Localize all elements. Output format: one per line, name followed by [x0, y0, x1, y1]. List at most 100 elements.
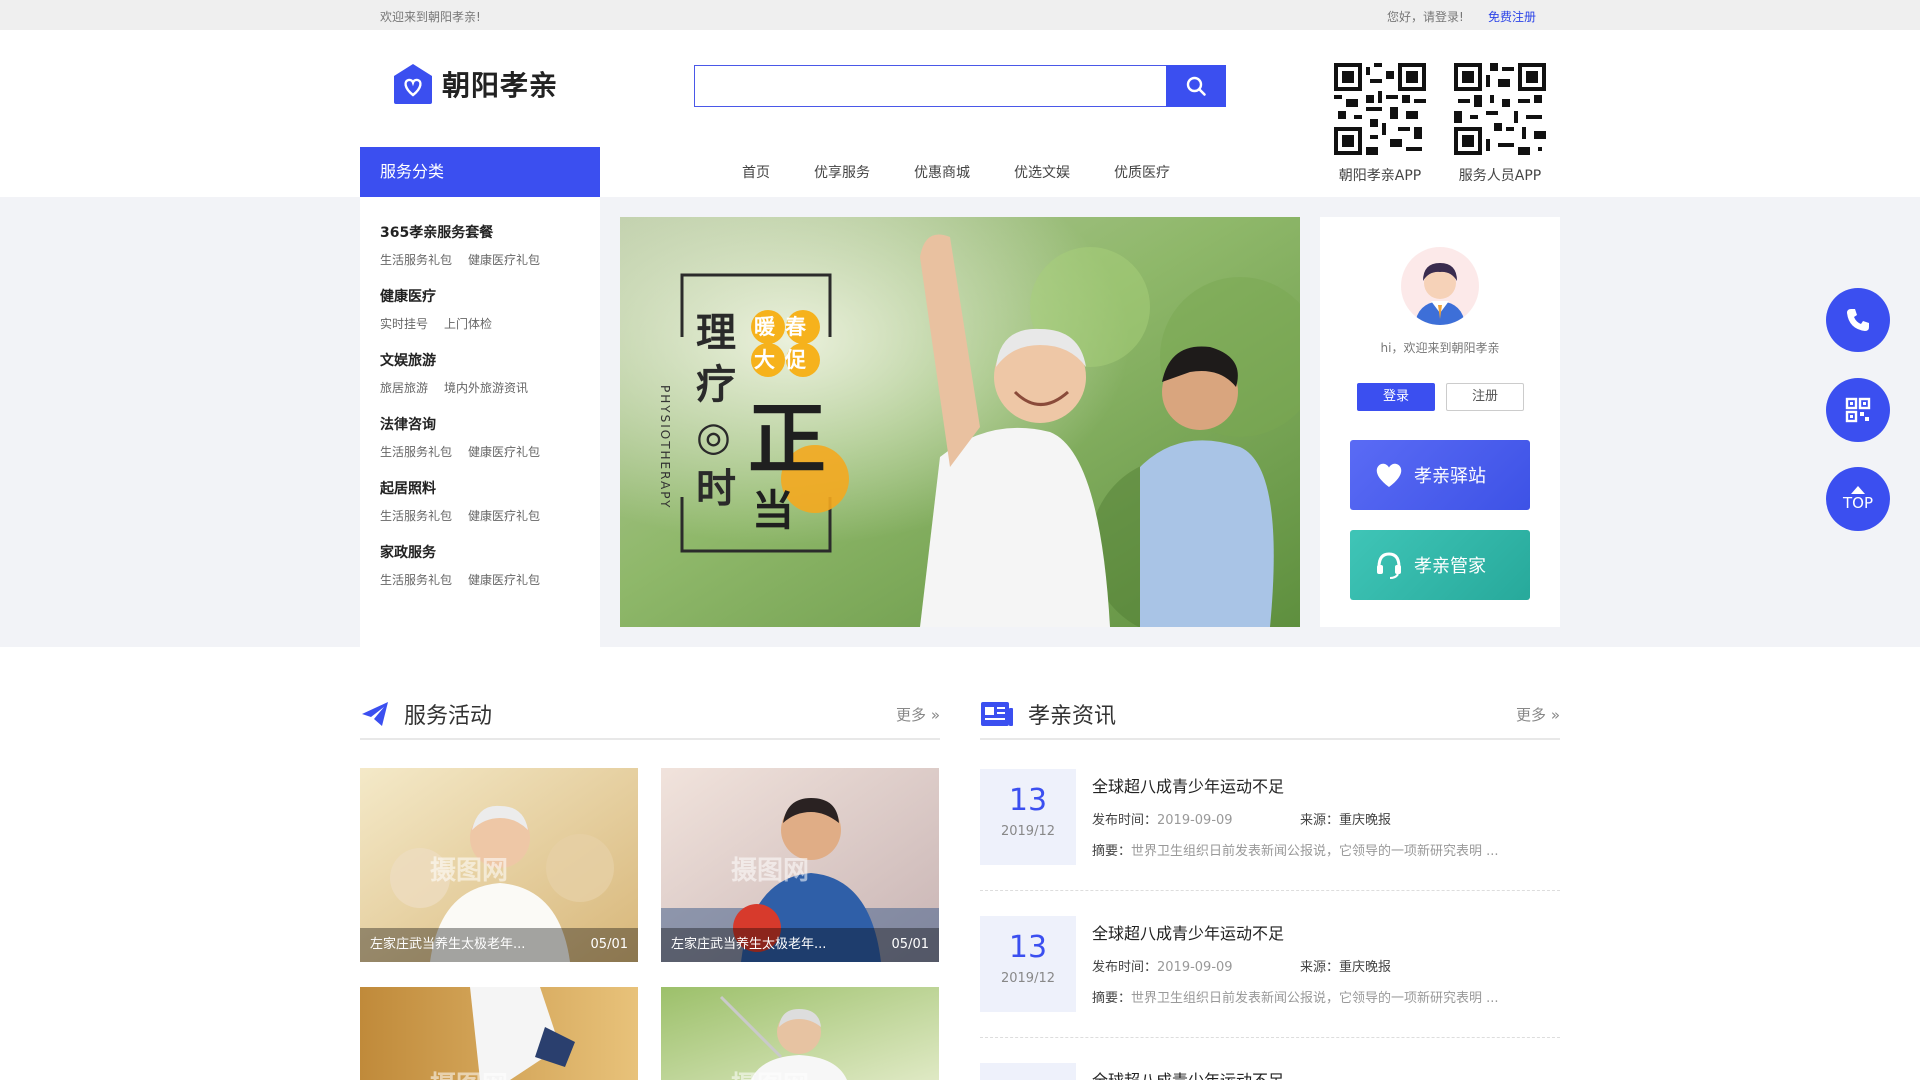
nav-home[interactable]: 首页: [720, 162, 792, 182]
nav-premium-service[interactable]: 优享服务: [792, 162, 892, 182]
butler-label: 孝亲管家: [1414, 556, 1486, 577]
site-logo[interactable]: 朝阳孝亲: [392, 62, 558, 106]
card-caption: 左家庄武当养生太极老年... 05/01: [661, 928, 939, 962]
search-input[interactable]: [694, 65, 1166, 107]
card-date: 05/01: [590, 937, 628, 952]
category-group: 法律咨询 生活服务礼包 健康医疗礼包: [380, 415, 600, 460]
paper-plane-icon: [362, 702, 388, 726]
login-prompt-link[interactable]: 您好，请登录!: [1387, 8, 1464, 25]
heart-icon: [1376, 463, 1402, 487]
category-link[interactable]: 生活服务礼包: [380, 443, 452, 460]
free-register-link[interactable]: 免费注册: [1488, 8, 1536, 25]
card-date: 05/01: [891, 937, 929, 952]
news-title[interactable]: 全球超八成青少年运动不足: [1092, 920, 1284, 944]
category-link[interactable]: 旅居旅游: [380, 379, 428, 396]
category-link[interactable]: 生活服务礼包: [380, 251, 452, 268]
category-link[interactable]: 境内外旅游资讯: [444, 379, 528, 396]
banner-dang-char: 当: [752, 486, 795, 535]
search-button[interactable]: [1166, 65, 1226, 107]
activities-section-header: 服务活动 更多 »: [360, 690, 940, 740]
avatar: [1401, 247, 1479, 325]
banner-badge-spring: 暖春: [754, 315, 816, 339]
login-button[interactable]: 登录: [1357, 383, 1435, 411]
brand-name: 朝阳孝亲: [442, 69, 559, 102]
qr-app: 朝阳孝亲APP: [1330, 63, 1430, 185]
activity-card[interactable]: 摄图网: [360, 987, 638, 1080]
news-source: 来源：重庆晚报: [1300, 813, 1392, 828]
category-title[interactable]: 起居照料: [380, 479, 600, 499]
category-title[interactable]: 365孝亲服务套餐: [380, 223, 600, 243]
category-group: 365孝亲服务套餐 生活服务礼包 健康医疗礼包: [380, 223, 600, 268]
category-link[interactable]: 健康医疗礼包: [468, 251, 540, 268]
qr-label: 服务人员APP: [1458, 168, 1542, 184]
watermark-text: 摄图网: [731, 1065, 809, 1080]
welcome-text: 欢迎来到朝阳孝亲!: [380, 10, 481, 24]
top-bar: 欢迎来到朝阳孝亲! 您好，请登录! 免费注册: [0, 0, 1920, 30]
qrcode-button[interactable]: [1826, 378, 1890, 442]
card-title: 左家庄武当养生太极老年...: [370, 937, 526, 952]
news-title[interactable]: 全球超八成青少年运动不足: [1092, 1067, 1284, 1080]
news-day: 13: [1008, 783, 1048, 818]
news-title[interactable]: 全球超八成青少年运动不足: [1092, 773, 1284, 797]
activity-card[interactable]: 摄图网: [661, 987, 939, 1080]
nav-entertainment[interactable]: 优选文娱: [992, 162, 1092, 182]
category-group: 家政服务 生活服务礼包 健康医疗礼包: [380, 543, 600, 588]
category-link[interactable]: 健康医疗礼包: [468, 443, 540, 460]
nav-medical[interactable]: 优质医疗: [1092, 162, 1192, 182]
watermark-text: 摄图网: [731, 856, 810, 886]
news-publish-time: 发布时间：2019-09-09: [1092, 960, 1233, 975]
nav-discount-mall[interactable]: 优惠商城: [892, 162, 992, 182]
newspaper-icon: [981, 702, 1013, 726]
category-link[interactable]: 生活服务礼包: [380, 507, 452, 524]
top-label: TOP: [1842, 494, 1873, 512]
service-category-header: 服务分类: [360, 147, 600, 197]
login-card: hi，欢迎来到朝阳孝亲 登录 注册 孝亲驿站 孝亲管家: [1320, 217, 1560, 627]
signup-button[interactable]: 注册: [1446, 383, 1524, 411]
phone-icon: [1847, 309, 1869, 331]
news-date: 13 2019/12: [980, 916, 1076, 1012]
qr-code-icon: [1334, 63, 1426, 155]
qr-staff-app: 服务人员APP: [1450, 63, 1550, 185]
category-group: 起居照料 生活服务礼包 健康医疗礼包: [380, 479, 600, 524]
category-sidebar: 365孝亲服务套餐 生活服务礼包 健康医疗礼包 健康医疗 实时挂号 上门体检 文娱旅…: [360, 197, 600, 647]
category-title[interactable]: 健康医疗: [380, 287, 600, 307]
category-group: 健康医疗 实时挂号 上门体检: [380, 287, 600, 332]
filial-butler-button[interactable]: 孝亲管家: [1350, 530, 1530, 600]
category-title[interactable]: 家政服务: [380, 543, 600, 563]
category-link[interactable]: 生活服务礼包: [380, 571, 452, 588]
main-nav: 首页 优享服务 优惠商城 优选文娱 优质医疗: [720, 162, 1192, 182]
filial-station-button[interactable]: 孝亲驿站: [1350, 440, 1530, 510]
qrcode-icon: [1845, 397, 1871, 423]
news-item[interactable]: 全球超八成青少年运动不足: [980, 1063, 1560, 1080]
headset-icon: [1377, 552, 1401, 579]
promo-banner[interactable]: 理疗◎时 正 当 暖春 大促 PHYSIOTHERAPY: [620, 217, 1300, 627]
activity-card[interactable]: 摄图网 左家庄武当养生太极老年... 05/01: [360, 768, 638, 962]
banner-big-chars: 理疗◎时: [696, 309, 736, 512]
news-item[interactable]: 13 2019/12 全球超八成青少年运动不足 发布时间：2019-09-09 …: [980, 916, 1560, 1038]
category-link[interactable]: 实时挂号: [380, 315, 428, 332]
watermark-text: 摄图网: [430, 856, 509, 886]
category-link[interactable]: 上门体检: [444, 315, 492, 332]
phone-button[interactable]: [1826, 288, 1890, 352]
more-link[interactable]: 更多 »: [896, 704, 940, 725]
news-source: 来源：重庆晚报: [1300, 960, 1392, 975]
category-title[interactable]: 法律咨询: [380, 415, 600, 435]
news-year-month: 2019/12: [1000, 824, 1055, 839]
category-link[interactable]: 健康医疗礼包: [468, 571, 540, 588]
card-caption: 左家庄武当养生太极老年... 05/01: [360, 928, 638, 962]
category-title[interactable]: 文娱旅游: [380, 351, 600, 371]
news-summary: 摘要：世界卫生组织日前发表新闻公报说，它领导的一项新研究表明 ...: [1092, 991, 1499, 1006]
more-link[interactable]: 更多 »: [1516, 704, 1560, 725]
banner-badge-sale: 大促: [754, 348, 816, 372]
news-item[interactable]: 13 2019/12 全球超八成青少年运动不足 发布时间：2019-09-09 …: [980, 769, 1560, 891]
banner-vertical-text: PHYSIOTHERAPY: [658, 385, 672, 510]
qr-code-icon: [1454, 63, 1546, 155]
activity-card[interactable]: 摄图网 左家庄武当养生太极老年... 05/01: [661, 768, 939, 962]
back-to-top-button[interactable]: TOP: [1826, 467, 1890, 531]
greeting-text: hi，欢迎来到朝阳孝亲: [1380, 341, 1500, 355]
search-icon: [1186, 76, 1206, 96]
category-group: 文娱旅游 旅居旅游 境内外旅游资讯: [380, 351, 600, 396]
arrow-up-icon: [1851, 486, 1865, 494]
watermark-text: 摄图网: [430, 1065, 508, 1080]
category-link[interactable]: 健康医疗礼包: [468, 507, 540, 524]
